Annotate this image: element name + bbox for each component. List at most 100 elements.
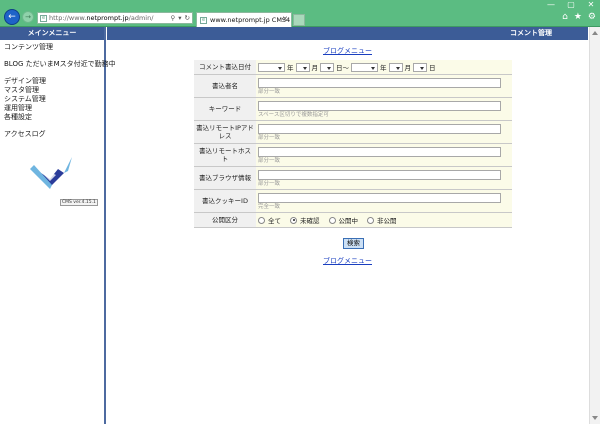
day-unit-to: 日 <box>429 64 436 72</box>
cookie-label: 書込クッキーID <box>194 189 256 213</box>
address-tools: ⚲ ▾ ↻ <box>171 14 190 22</box>
from-day-select[interactable] <box>320 62 334 72</box>
cookie-input[interactable] <box>258 192 501 203</box>
cookie-hint: 完全一致 <box>258 203 281 210</box>
month-unit-to: 月 <box>404 64 412 72</box>
scroll-down-icon[interactable] <box>592 416 598 420</box>
sidebar: メインメニュー コンテンツ管理 BLOG ただいまMスタ付近で勤務中 デザイン管… <box>0 27 116 424</box>
home-icon[interactable]: ⌂ <box>562 13 568 22</box>
new-tab-button[interactable] <box>293 14 305 26</box>
sidebar-header: メインメニュー <box>0 27 104 40</box>
status-label-private: 非公開 <box>377 217 397 225</box>
arrow-right-icon: → <box>25 13 31 21</box>
main-content: コメント管理 ブログメニュー コメント書込日付 年 月 日～ 年 月 日 書込者… <box>107 27 588 424</box>
address-bar[interactable]: e http://www.netprompt.jp/admin/ ⚲ ▾ ↻ <box>37 12 193 24</box>
forward-button[interactable]: → <box>22 11 34 23</box>
status-label-all: 全て <box>268 217 281 225</box>
tab-label: www.netprompt.jp CMS4 <box>210 16 291 24</box>
form-row-ip: 書込リモートIPアドレス 部分一致 <box>194 120 512 144</box>
url-domain: netprompt.jp <box>86 14 129 22</box>
sidebar-link-design[interactable]: デザイン管理 <box>0 77 104 86</box>
form-row-status: 公開区分 全て 未確認 公開中 非公開 <box>194 212 512 228</box>
status-label-unconfirmed: 未確認 <box>300 217 320 225</box>
author-label: 書込者名 <box>194 74 256 98</box>
form-row-cookie: 書込クッキーID 完全一致 <box>194 189 512 213</box>
vertical-scrollbar[interactable] <box>589 27 600 424</box>
host-label: 書込リモートホスト <box>194 143 256 167</box>
url-prefix: http://www. <box>49 14 87 22</box>
search-form: コメント書込日付 年 月 日～ 年 月 日 書込者名 部分一致 キーワード スペ… <box>194 60 512 228</box>
sidebar-link-settings[interactable]: 各種設定 <box>0 113 104 122</box>
date-field: 年 月 日～ 年 月 日 <box>256 60 512 75</box>
to-year-select[interactable] <box>351 62 378 72</box>
form-row-host: 書込リモートホスト 部分一致 <box>194 143 512 167</box>
status-label: 公開区分 <box>194 212 256 228</box>
search-icon[interactable]: ⚲ <box>171 14 176 22</box>
blog-menu-link-top[interactable]: ブログメニュー <box>107 46 588 56</box>
sidebar-link-master[interactable]: マスタ管理 <box>0 86 104 95</box>
status-radio-public[interactable] <box>328 216 336 224</box>
form-row-keyword: キーワード スペース区切りで複数指定可 <box>194 97 512 121</box>
arrow-left-icon: ← <box>8 12 16 22</box>
url-path: /admin/ <box>128 14 154 22</box>
browser-info-input[interactable] <box>258 169 501 180</box>
author-hint: 部分一致 <box>258 88 281 95</box>
dropdown-icon[interactable]: ▾ <box>178 14 181 22</box>
maximize-icon[interactable]: ▢ <box>566 1 576 9</box>
sidebar-link-blog[interactable]: BLOG ただいまMスタ付近で勤務中 <box>0 60 116 69</box>
page-content: メインメニュー コンテンツ管理 BLOG ただいまMスタ付近で勤務中 デザイン管… <box>0 27 600 424</box>
status-radio-private[interactable] <box>367 216 374 224</box>
sidebar-link-operation[interactable]: 運用管理 <box>0 104 104 113</box>
back-button[interactable]: ← <box>4 9 20 25</box>
browser-info-label: 書込ブラウザ情報 <box>194 166 256 190</box>
scroll-up-icon[interactable] <box>592 31 598 35</box>
date-label: コメント書込日付 <box>194 60 256 75</box>
version-badge: CMS ver.4.15.1 <box>60 199 98 206</box>
from-month-select[interactable] <box>295 62 310 72</box>
host-hint: 部分一致 <box>258 157 281 164</box>
ip-input[interactable] <box>258 123 501 134</box>
page-title: コメント管理 <box>107 27 588 40</box>
keyword-label: キーワード <box>194 97 256 121</box>
favorites-star-icon[interactable]: ★ <box>574 13 582 22</box>
browser-tab[interactable]: e www.netprompt.jp CMS4 ✕ <box>196 12 292 27</box>
browser-chrome: — ▢ ✕ ← → e http://www.netprompt.jp/admi… <box>0 0 600 27</box>
sidebar-link-system[interactable]: システム管理 <box>0 95 104 104</box>
tab-close-icon[interactable]: ✕ <box>282 15 288 23</box>
search-button[interactable]: 検索 <box>343 238 364 249</box>
keyword-hint: スペース区切りで複数指定可 <box>258 111 329 118</box>
window-controls: — ▢ ✕ <box>546 1 596 9</box>
year-unit: 年 <box>287 64 294 72</box>
refresh-icon[interactable]: ↻ <box>185 14 190 22</box>
form-row-browser: 書込ブラウザ情報 部分一致 <box>194 166 512 190</box>
minimize-icon[interactable]: — <box>546 1 556 9</box>
browser-toolbar: ⌂ ★ ⚙ <box>562 13 596 22</box>
from-year-select[interactable] <box>258 62 285 72</box>
sidebar-link-contents[interactable]: コンテンツ管理 <box>0 43 104 52</box>
range-separator: 日～ <box>336 64 349 72</box>
status-radio-all[interactable] <box>258 216 265 224</box>
cms-logo-icon <box>30 157 72 189</box>
host-input[interactable] <box>258 146 501 157</box>
to-month-select[interactable] <box>388 62 403 72</box>
form-row-date: コメント書込日付 年 月 日～ 年 月 日 <box>194 60 512 75</box>
sidebar-link-accesslog[interactable]: アクセスログ <box>0 130 104 139</box>
ip-label: 書込リモートIPアドレス <box>194 120 256 144</box>
keyword-input[interactable] <box>258 100 501 111</box>
year-unit-to: 年 <box>380 64 387 72</box>
blog-menu-link-bottom[interactable]: ブログメニュー <box>107 256 588 266</box>
status-label-public: 公開中 <box>338 217 359 225</box>
author-input[interactable] <box>258 77 501 88</box>
close-window-icon[interactable]: ✕ <box>586 1 596 9</box>
page-favicon-icon: e <box>40 14 47 22</box>
ip-hint: 部分一致 <box>258 134 281 141</box>
gear-icon[interactable]: ⚙ <box>588 13 596 22</box>
form-row-author: 書込者名 部分一致 <box>194 74 512 98</box>
to-day-select[interactable] <box>413 62 427 72</box>
address-url[interactable]: http://www.netprompt.jp/admin/ <box>49 14 153 22</box>
month-unit: 月 <box>311 64 319 72</box>
cms-logo <box>28 155 76 195</box>
status-radio-group: 全て 未確認 公開中 非公開 <box>258 215 510 225</box>
browser-info-hint: 部分一致 <box>258 180 281 187</box>
status-radio-unconfirmed[interactable] <box>290 216 297 224</box>
